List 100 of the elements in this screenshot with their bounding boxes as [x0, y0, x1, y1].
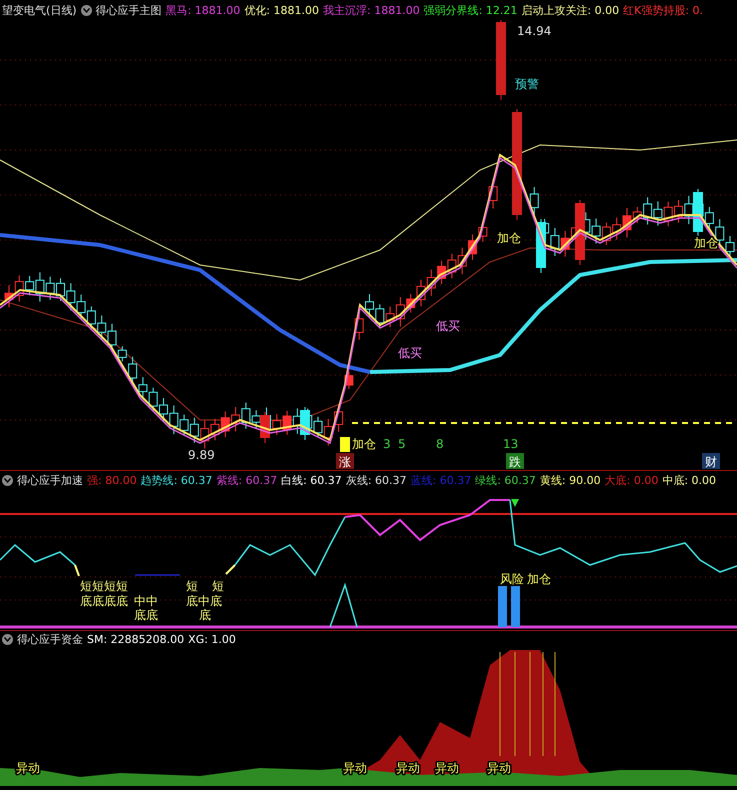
candle: [190, 417, 199, 444]
chart-label: 底: [199, 608, 211, 622]
spike-line: [329, 582, 358, 628]
candle: [210, 418, 220, 441]
chart-label: 中中: [134, 594, 158, 608]
candle: [220, 411, 230, 438]
candle: [530, 186, 539, 216]
signal-bars: [498, 586, 520, 627]
chart-label: 加仓: [497, 231, 521, 245]
indicator-name: 得心应手加速: [17, 473, 83, 488]
candle: [4, 284, 14, 308]
indicator-value: XG: 1.00: [188, 633, 236, 646]
candle: [159, 398, 168, 422]
dropdown-icon[interactable]: [80, 4, 92, 16]
indicator-value: 中底: 0.00: [662, 473, 716, 488]
candle: [375, 304, 384, 328]
indicator-value: 大底: 0.00: [604, 473, 658, 488]
candle: [704, 206, 714, 230]
indicator-value: 白线: 60.37: [281, 473, 342, 488]
candle: [334, 404, 344, 432]
candle: [447, 253, 456, 279]
chart-label: 预警: [515, 77, 539, 91]
chart-label: 14.94: [517, 24, 552, 38]
chart-label: 底底: [134, 608, 158, 622]
indicator-value: 我主沉浮: 1881.00: [323, 2, 420, 18]
indicator-value: 黑马: 1881.00: [166, 2, 240, 18]
chart-label: 短短短短: [80, 579, 128, 593]
candle: [97, 314, 106, 340]
candle: [231, 406, 240, 432]
candle: [386, 306, 395, 328]
candle: [674, 200, 683, 224]
indicator-name: 得心应手资金: [17, 632, 83, 647]
chart-label: 低买: [436, 319, 460, 333]
chart-label: 风险: [500, 572, 524, 586]
stock-title: 望变电气(日线): [2, 2, 77, 18]
candle: [612, 217, 622, 240]
signal-tag: 涨: [336, 453, 354, 469]
candle: [344, 371, 354, 390]
dropdown-icon[interactable]: [2, 475, 13, 486]
chart-label: 13: [503, 437, 518, 451]
candle: [592, 218, 601, 244]
chart-label: 异动: [396, 761, 420, 775]
reference-line: [135, 574, 180, 576]
chart-label: 加仓: [527, 572, 551, 586]
indicator-value: 趋势线: 60.37: [140, 473, 212, 488]
candle: [76, 294, 86, 320]
signal-marker: [340, 437, 350, 452]
indicator-value: SM: 22885208.00: [87, 633, 184, 646]
indicator-value: 蓝线: 60.37: [410, 473, 472, 488]
chart-label: 8: [436, 437, 444, 451]
indicator-value: 红K强势持股: 0.: [623, 2, 704, 18]
chart-label: 加仓: [352, 437, 376, 451]
chart-label: 异动: [16, 761, 40, 775]
candle: [416, 279, 426, 307]
candle: [488, 178, 498, 209]
candle: [314, 416, 322, 438]
chart-label: 底中底: [186, 594, 222, 608]
indicator-value: 启动上攻关注: 0.00: [521, 2, 620, 18]
signal-tag: 跌: [506, 453, 524, 469]
chart-label: 低买: [398, 346, 422, 360]
candle: [365, 294, 374, 318]
candle: [458, 247, 467, 275]
down-arrow-icon: [511, 499, 519, 507]
candle: [180, 414, 189, 436]
bottom-line: [74, 564, 80, 576]
candle: [66, 282, 76, 311]
chart-label: 底底底底: [80, 594, 128, 608]
chart-label: 异动: [343, 761, 367, 775]
chart-label: 9.89: [188, 448, 215, 462]
chart-label: 异动: [487, 761, 511, 775]
chart-label: 短: [212, 579, 224, 593]
chart-label: 5: [398, 437, 406, 451]
candle: [169, 404, 178, 435]
dropdown-icon[interactable]: [2, 634, 13, 645]
candle: [602, 222, 611, 246]
indicator-name: 得心应手主图: [96, 2, 162, 18]
candle: [282, 410, 292, 436]
chart-label: 异动: [435, 761, 459, 775]
candle: [46, 276, 55, 300]
chart-label: 短: [186, 579, 198, 593]
bottom-line: [225, 564, 236, 575]
candle: [272, 414, 282, 436]
indicator-value: 强弱分界线: 12.21: [424, 2, 518, 18]
candle: [426, 269, 436, 296]
candle: [200, 420, 210, 450]
indicator-value: 紫线: 60.37: [216, 473, 278, 488]
signal-tag: 财: [702, 453, 720, 469]
indicator-value: 绿线: 60.37: [475, 473, 536, 488]
candle: [86, 306, 96, 329]
candle: [138, 376, 148, 400]
candle: [468, 234, 477, 260]
chart-label: 加仓: [694, 236, 718, 250]
candle: [437, 260, 446, 285]
indicator-value: 优化: 1881.00: [244, 2, 319, 18]
candle: [560, 230, 570, 258]
candle: [664, 201, 673, 227]
candle: [14, 274, 24, 302]
indicator-value: 灰线: 60.37: [346, 473, 407, 488]
indicator-value: 强: 80.00: [87, 473, 137, 488]
candle: [148, 387, 158, 412]
